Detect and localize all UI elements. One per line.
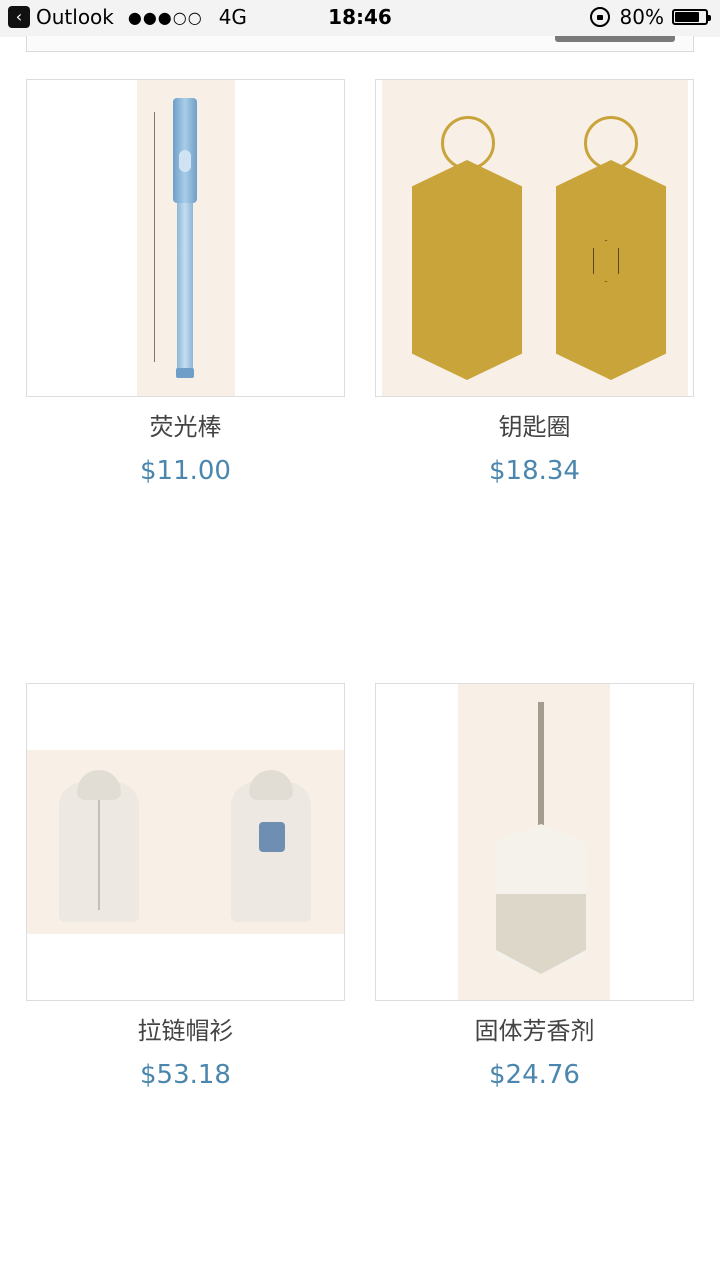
rotation-lock-icon [589,7,610,27]
product-name[interactable]: 钥匙圈 [375,407,694,442]
dimension-line [154,112,155,362]
hoodie-print [259,822,285,852]
product-card[interactable]: 钥匙圈 $18.34 [375,79,694,486]
hanging-string [538,702,544,832]
product-name[interactable]: 固体芳香剂 [375,1011,694,1046]
product-price: $18.34 [489,456,580,486]
stick-body [177,203,193,373]
product-card[interactable]: 固体芳香剂 $24.76 [375,683,694,1090]
stick-button [179,150,191,172]
hoodie-back [231,782,311,922]
glow-stick-image[interactable] [26,79,345,397]
product-price: $24.76 [489,1060,580,1090]
stick-cap [176,368,194,378]
product-card[interactable]: 荧光棒 $11.00 [26,79,345,486]
product-price: $11.00 [140,456,231,486]
battery-icon [672,9,711,25]
scroll-thumb[interactable] [555,36,675,42]
product-name[interactable]: 荧光棒 [26,407,345,442]
zip-hoodie-image[interactable] [26,683,345,1001]
battery-fill [675,12,699,22]
product-card[interactable]: 拉链帽衫 $53.18 [26,683,345,1090]
keyring-image[interactable] [375,79,694,397]
solid-aroma-image[interactable] [375,683,694,1001]
battery-percent: 80% [619,5,664,29]
product-name[interactable]: 拉链帽衫 [26,1011,345,1046]
hoodie-zipper [98,800,100,910]
status-right: 80% [589,5,711,29]
top-panel-edge [26,36,694,52]
gold-tag-front [412,160,522,380]
status-bar: ‹ Outlook ●●●○○ 4G 18:46 80% [0,0,720,37]
product-price: $53.18 [140,1060,231,1090]
hexagon-emblem [593,240,619,282]
